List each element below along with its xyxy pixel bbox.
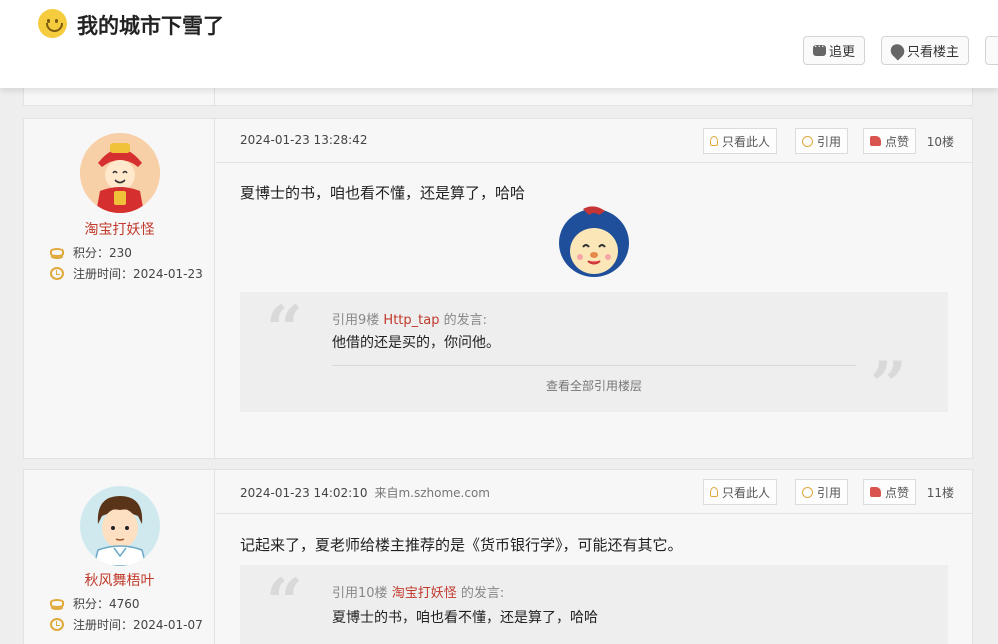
thumbs-up-icon xyxy=(870,136,881,146)
like-button[interactable]: 点赞 xyxy=(863,479,917,505)
coins-icon xyxy=(50,248,64,257)
quote-label: 引用 xyxy=(817,134,842,149)
post-content: 记起来了，夏老师给楼主推荐的是《货币银行学》，可能还有其它。 xyxy=(240,536,683,554)
smiley-icon xyxy=(38,9,67,38)
quote-icon xyxy=(802,486,813,498)
user-icon xyxy=(710,136,718,146)
post-source: 来自m.szhome.com xyxy=(374,486,490,500)
quote-text: 夏博士的书，咱也看不懂，还是算了，哈哈 xyxy=(332,610,598,626)
only-this-label: 只看此人 xyxy=(722,134,771,149)
post-date-text: 2024-01-23 14:02:10 xyxy=(240,486,368,500)
points-text: 积分：4760 xyxy=(73,597,140,611)
post-date: 2024-01-23 14:02:10 来自m.szhome.com xyxy=(240,484,490,501)
view-all-quotes-link[interactable]: 查看全部引用楼层 xyxy=(332,377,856,394)
username[interactable]: 淘宝打妖怪 xyxy=(24,219,215,239)
chat-icon xyxy=(813,40,826,56)
quote-block: “ 引用9楼 Http_tap 的发言: 他借的还是买的，你问他。 查看全部引用… xyxy=(240,292,948,418)
user-sidebar: 秋风舞梧叶 积分：4760 注册时间：2024-01-07 xyxy=(24,470,215,644)
clock-icon xyxy=(50,267,64,280)
quote-block: “ 引用10楼 淘宝打妖怪 的发言: 夏博士的书，咱也看不懂，还是算了，哈哈 xyxy=(240,565,948,644)
follow-button[interactable]: 追更 xyxy=(803,36,866,65)
floor-number: 10楼 xyxy=(926,135,954,149)
only-op-label: 只看楼主 xyxy=(907,45,960,60)
more-button[interactable] xyxy=(985,36,998,65)
close-quote-icon: ” xyxy=(870,348,907,423)
user-registered: 注册时间：2024-01-23 xyxy=(50,265,203,282)
quote-label: 引用 xyxy=(817,485,842,500)
registered-text: 注册时间：2024-01-23 xyxy=(73,267,203,281)
quote-suffix: 的发言: xyxy=(460,586,505,601)
quote-button[interactable]: 引用 xyxy=(795,128,849,154)
open-quote-icon: “ xyxy=(266,292,303,367)
post-date: 2024-01-23 13:28:42 xyxy=(240,133,368,147)
quote-divider xyxy=(332,365,856,366)
follow-label: 追更 xyxy=(829,45,856,60)
clock-icon xyxy=(50,618,64,631)
quoted-user-link[interactable]: 淘宝打妖怪 xyxy=(392,586,457,601)
prev-post xyxy=(23,86,973,106)
thread-title: 我的城市下雪了 xyxy=(77,14,224,38)
avatar[interactable] xyxy=(80,133,160,213)
quote-suffix: 的发言: xyxy=(443,313,487,328)
mascot-emoticon xyxy=(557,205,631,281)
avatar[interactable] xyxy=(80,486,160,566)
quote-prefix: 引用10楼 xyxy=(332,586,388,601)
only-op-button[interactable]: 只看楼主 xyxy=(881,36,970,65)
post-floor-11: 秋风舞梧叶 积分：4760 注册时间：2024-01-07 2024-01-23… xyxy=(23,469,973,644)
quote-prefix: 引用9楼 xyxy=(332,313,380,328)
quote-header: 引用10楼 淘宝打妖怪 的发言: xyxy=(332,582,504,601)
thread-header: 我的城市下雪了 追更 只看楼主 xyxy=(0,0,998,88)
only-this-user-button[interactable]: 只看此人 xyxy=(703,128,778,154)
coins-icon xyxy=(50,599,64,608)
only-this-user-button[interactable]: 只看此人 xyxy=(703,479,778,505)
drop-icon xyxy=(887,40,908,61)
floor-number: 11楼 xyxy=(926,486,954,500)
points-text: 积分：230 xyxy=(73,246,132,260)
like-label: 点赞 xyxy=(885,134,910,149)
like-label: 点赞 xyxy=(885,485,910,500)
post-floor-10: 淘宝打妖怪 积分：230 注册时间：2024-01-23 2024-01-23 … xyxy=(23,118,973,459)
user-icon xyxy=(710,487,718,497)
user-points: 积分：4760 xyxy=(50,595,140,612)
registered-text: 注册时间：2024-01-07 xyxy=(73,618,203,632)
prev-post-sidebar xyxy=(24,87,215,105)
user-registered: 注册时间：2024-01-07 xyxy=(50,616,203,633)
quote-button[interactable]: 引用 xyxy=(795,479,849,505)
like-button[interactable]: 点赞 xyxy=(863,128,917,154)
post-toolbar: 2024-01-23 13:28:42 只看此人 引用 点赞 10楼 xyxy=(216,119,972,163)
post-toolbar: 2024-01-23 14:02:10 来自m.szhome.com 只看此人 引… xyxy=(216,470,972,514)
user-sidebar: 淘宝打妖怪 积分：230 注册时间：2024-01-23 xyxy=(24,119,215,458)
quote-header: 引用9楼 Http_tap 的发言: xyxy=(332,309,487,328)
open-quote-icon: “ xyxy=(266,565,303,640)
user-points: 积分：230 xyxy=(50,244,132,261)
post-content: 夏博士的书，咱也看不懂，还是算了，哈哈 xyxy=(240,184,526,202)
thumbs-up-icon xyxy=(870,487,881,497)
quoted-user-link[interactable]: Http_tap xyxy=(383,313,439,328)
username[interactable]: 秋风舞梧叶 xyxy=(24,570,215,590)
only-this-label: 只看此人 xyxy=(722,485,771,500)
quote-text: 他借的还是买的，你问他。 xyxy=(332,335,500,351)
quote-icon xyxy=(802,135,813,147)
